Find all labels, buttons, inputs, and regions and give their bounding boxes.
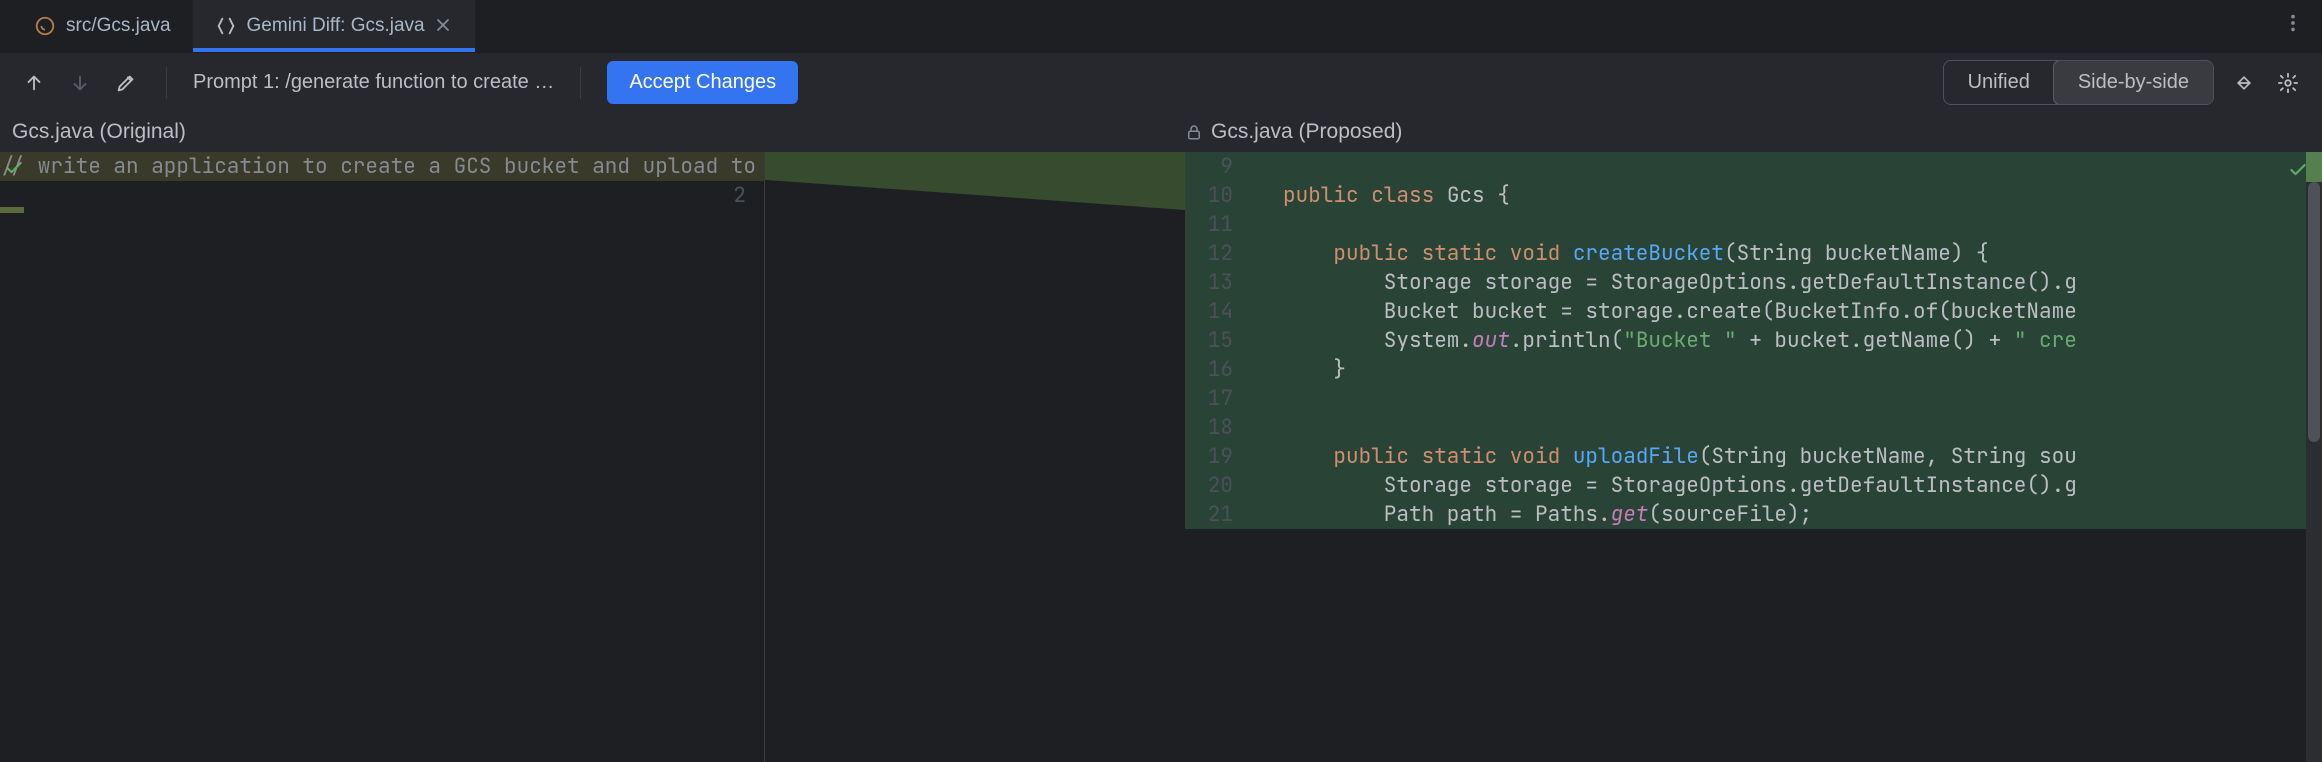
line-number: 12 [1185,240,1247,267]
proposed-title-text: Gcs.java (Proposed) [1211,120,1402,144]
line-number: 13 [1185,269,1247,296]
change-marker [0,207,24,213]
diff-toolbar: Prompt 1: /generate function to create …… [0,52,2322,112]
line-number: 17 [1185,385,1247,412]
line-number: 2 [710,182,764,209]
code-line[interactable]: 9 [1185,152,2322,181]
code-text: Bucket bucket = storage.create(BucketInf… [1283,298,2322,325]
unified-view-button[interactable]: Unified [1944,61,2054,104]
accept-changes-button[interactable]: Accept Changes [607,61,798,104]
java-file-icon [34,15,56,37]
code-text: public static void uploadFile(String buc… [1283,443,2322,470]
code-line[interactable]: 12 public static void createBucket(Strin… [1185,239,2322,268]
tab-gemini-diff[interactable]: Gemini Diff: Gcs.java [193,0,475,52]
minimap-change-marker [2306,152,2322,182]
line-number: 11 [1185,211,1247,238]
code-line[interactable]: 10 public class Gcs { [1185,181,2322,210]
close-icon[interactable] [435,17,453,35]
line-number: 15 [1185,327,1247,354]
view-mode-toggle: Unified Side-by-side [1943,60,2214,105]
line-number: 10 [1185,182,1247,209]
code-line[interactable]: 13 Storage storage = StorageOptions.getD… [1185,268,2322,297]
code-line[interactable]: 18 [1185,413,2322,442]
code-text: Storage storage = StorageOptions.getDefa… [1283,269,2322,296]
line-number: 9 [1185,153,1247,180]
line-number: 14 [1185,298,1247,325]
gear-icon[interactable] [2274,69,2302,97]
code-line[interactable]: 11 [1185,210,2322,239]
diff-bridge [765,152,1185,210]
toolbar-left: Prompt 1: /generate function to create …… [20,61,798,104]
prev-diff-icon[interactable] [20,69,48,97]
lock-icon [1185,123,1203,141]
original-code-pane[interactable]: // write an application to create a GCS … [0,152,765,762]
edit-icon[interactable] [112,69,140,97]
code-line[interactable]: 16 } [1185,355,2322,384]
line-number: 20 [1185,472,1247,499]
tab-bar: src/Gcs.java Gemini Diff: Gcs.java [0,0,2322,52]
code-text: Storage storage = StorageOptions.getDefa… [1283,472,2322,499]
prompt-label: Prompt 1: /generate function to create … [193,71,554,94]
code-text: } [1283,356,2322,383]
original-pane-title: Gcs.java (Original) [0,120,1161,144]
code-line[interactable]: 17 [1185,384,2322,413]
code-text: System.out.println("Bucket " + bucket.ge… [1283,327,2322,354]
tab-overflow-icon[interactable] [2264,12,2322,40]
code-text: // write an application to create a GCS … [0,153,794,180]
diff-pane-headers: Gcs.java (Original) Gcs.java (Proposed) [0,112,2322,152]
line-number: 18 [1185,414,1247,441]
code-text: public static void createBucket(String b… [1283,240,2322,267]
line-number: 19 [1185,443,1247,470]
proposed-code-pane[interactable]: 910 public class Gcs { 1112 public static … [1185,152,2322,762]
code-line[interactable]: 14 Bucket bucket = storage.create(Bucket… [1185,297,2322,326]
diff-icon [215,15,237,37]
code-line[interactable]: // write an application to create a GCS … [0,152,764,181]
line-number: 16 [1185,356,1247,383]
proposed-pane-title: Gcs.java (Proposed) [1161,120,2322,144]
tabs-left: src/Gcs.java Gemini Diff: Gcs.java [12,0,475,52]
toolbar-divider [166,67,167,99]
check-icon [4,158,26,180]
code-text: public class Gcs { [1283,182,2322,209]
code-line[interactable]: 15 System.out.println("Bucket " + bucket… [1185,326,2322,355]
diff-connector [765,152,1185,762]
tab-label: Gemini Diff: Gcs.java [247,15,425,37]
next-diff-icon[interactable] [66,69,94,97]
toolbar-divider [580,67,581,99]
tab-src-gcs[interactable]: src/Gcs.java [12,0,193,52]
code-line[interactable]: 2 [0,181,764,210]
collapse-icon[interactable] [2230,69,2258,97]
diff-body: // write an application to create a GCS … [0,152,2322,762]
code-text: Path path = Paths.get(sourceFile); [1283,501,2322,528]
side-by-side-view-button[interactable]: Side-by-side [2053,60,2214,105]
line-number: 21 [1185,501,1247,528]
code-line[interactable]: 20 Storage storage = StorageOptions.getD… [1185,471,2322,500]
code-line[interactable]: 19 public static void uploadFile(String … [1185,442,2322,471]
code-line[interactable]: 21 Path path = Paths.get(sourceFile); [1185,500,2322,529]
tab-label: src/Gcs.java [66,15,171,37]
